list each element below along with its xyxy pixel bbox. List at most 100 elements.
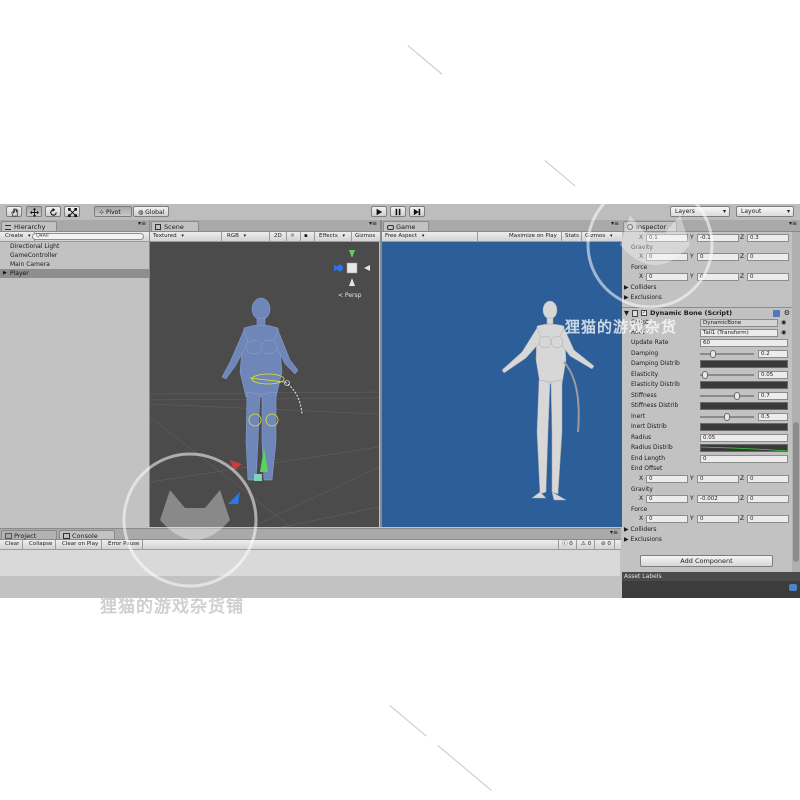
gravity-z-field[interactable]: 0 [747, 253, 789, 261]
elasticity-slider-track[interactable] [700, 374, 754, 376]
script-field[interactable]: DynamicBone [700, 319, 778, 327]
exclusions-foldout[interactable]: ▶ Exclusions [624, 293, 662, 303]
elasticity-distrib-curve[interactable] [700, 381, 788, 389]
scale-tool-button[interactable] [64, 206, 80, 217]
radius-field[interactable]: 0.05 [700, 434, 788, 442]
force-x-field[interactable]: 0 [646, 273, 688, 281]
root-field[interactable]: Tail1 (Transform) [700, 329, 778, 337]
step-button[interactable] [409, 206, 425, 217]
tab-game[interactable]: Game [383, 221, 429, 231]
force-y-field[interactable]: 0 [697, 515, 739, 523]
scrollbar-thumb[interactable] [793, 422, 799, 562]
colliders-foldout[interactable]: ▶ Colliders [624, 283, 657, 293]
gravity-x-field[interactable]: 0 [646, 253, 688, 261]
panel-menu-icon[interactable]: ▾≡ [138, 220, 146, 227]
audio-toggle[interactable]: ▪ [301, 232, 315, 241]
damping-field[interactable]: 0.2 [758, 350, 788, 358]
damping-distrib-curve[interactable] [700, 360, 788, 368]
warning-filter-toggle[interactable]: ⚠ 0 [578, 540, 596, 549]
z-field[interactable]: 0.3 [747, 234, 789, 242]
force-z-field[interactable]: 0 [747, 273, 789, 281]
shading-mode-dropdown[interactable]: Textured [150, 232, 222, 241]
tab-scene[interactable]: Scene [151, 221, 199, 231]
gravity-x-field[interactable]: 0 [646, 495, 688, 503]
exclusions-foldout[interactable]: ▶ Exclusions [624, 535, 662, 545]
inspector-scrollbar[interactable] [792, 232, 800, 572]
radius-distrib-curve[interactable] [700, 444, 788, 452]
end-offset-y-field[interactable]: 0 [697, 475, 739, 483]
panel-menu-icon[interactable]: ▾≡ [369, 220, 377, 227]
damping-slider-track[interactable] [700, 353, 754, 355]
collapse-toggle[interactable]: Collapse [26, 540, 57, 549]
stiffness-field[interactable]: 0.7 [758, 392, 788, 400]
layers-dropdown[interactable]: Layers [670, 206, 730, 217]
inert-field[interactable]: 0.5 [758, 413, 788, 421]
console-log-area[interactable] [0, 550, 620, 576]
render-mode-dropdown[interactable]: RGB [224, 232, 270, 241]
elasticity-field[interactable]: 0.05 [758, 371, 788, 379]
maximize-on-play-toggle[interactable]: Maximize on Play [506, 232, 562, 241]
panel-menu-icon[interactable]: ▾≡ [611, 220, 619, 227]
hierarchy-search-input[interactable]: Q▾All [32, 233, 144, 240]
list-item[interactable]: GameController [0, 251, 149, 260]
force-x-field[interactable]: 0 [646, 515, 688, 523]
rotate-tool-button[interactable] [45, 206, 61, 217]
force-y-field[interactable]: 0 [697, 273, 739, 281]
expand-arrow-icon[interactable]: ▶ [3, 269, 7, 278]
tag-icon[interactable] [789, 584, 797, 591]
pivot-toggle[interactable]: ⊹ Pivot [94, 206, 132, 217]
hand-tool-button[interactable] [6, 206, 22, 217]
tab-console[interactable]: Console [59, 530, 115, 540]
end-length-field[interactable]: 0 [700, 455, 788, 463]
stiffness-distrib-curve[interactable] [700, 402, 788, 410]
list-item-selected[interactable]: ▶ Player [0, 269, 149, 278]
tab-hierarchy[interactable]: Hierarchy [1, 221, 57, 231]
end-offset-z-field[interactable]: 0 [747, 475, 789, 483]
elasticity-slider-thumb[interactable] [702, 371, 709, 379]
object-picker-icon[interactable]: ◉ [781, 318, 786, 328]
info-filter-toggle[interactable]: ⓘ 0 [558, 540, 577, 549]
gravity-y-field[interactable]: -0.002 [697, 495, 739, 503]
end-offset-x-field[interactable]: 0 [646, 475, 688, 483]
panel-menu-icon[interactable]: ▾≡ [789, 220, 797, 227]
gravity-z-field[interactable]: 0 [747, 495, 789, 503]
move-tool-button[interactable] [26, 206, 42, 217]
stats-toggle[interactable]: Stats [562, 232, 582, 241]
tab-inspector[interactable]: Inspector [623, 221, 677, 231]
stiffness-slider-thumb[interactable] [733, 392, 740, 400]
inert-distrib-curve[interactable] [700, 423, 788, 431]
y-field[interactable]: -0.1 [697, 234, 739, 242]
clear-on-play-toggle[interactable]: Clear on Play [59, 540, 103, 549]
gravity-y-field[interactable]: 0 [697, 253, 739, 261]
update-rate-field[interactable]: 60 [700, 339, 788, 347]
error-pause-toggle[interactable]: Error Pause [105, 540, 144, 549]
panel-menu-icon[interactable]: ▾≡ [610, 529, 618, 536]
aspect-dropdown[interactable]: Free Aspect [382, 232, 478, 241]
x-field[interactable]: 0.1 [646, 234, 688, 242]
object-picker-icon[interactable]: ◉ [781, 328, 786, 338]
lighting-toggle[interactable]: ☼ [287, 232, 301, 241]
global-toggle[interactable]: ◍ Global [133, 206, 169, 217]
help-icon[interactable] [773, 310, 780, 317]
tab-project[interactable]: Project [1, 530, 57, 540]
pause-button[interactable] [390, 206, 406, 217]
inert-slider-thumb[interactable] [724, 413, 730, 421]
layout-dropdown[interactable]: Layout [736, 206, 794, 217]
scene-gizmos-dropdown[interactable]: Gizmos [352, 232, 380, 241]
game-gizmos-dropdown[interactable]: Gizmos [582, 232, 622, 241]
scene-viewport[interactable]: < Persp [150, 242, 379, 527]
list-item[interactable]: Directional Light [0, 242, 149, 251]
damping-slider-thumb[interactable] [709, 350, 716, 358]
clear-button[interactable]: Clear [2, 540, 24, 549]
force-z-field[interactable]: 0 [747, 515, 789, 523]
2d-toggle[interactable]: 2D [271, 232, 287, 241]
list-item[interactable]: Main Camera [0, 260, 149, 269]
effects-dropdown[interactable]: Effects [316, 232, 352, 241]
error-filter-toggle[interactable]: ⊘ 0 [598, 540, 615, 549]
game-viewport[interactable] [382, 242, 622, 527]
stiffness-slider-track[interactable] [700, 395, 754, 397]
play-button[interactable] [371, 206, 387, 217]
create-dropdown[interactable]: Create [2, 232, 35, 241]
add-component-button[interactable]: Add Component [640, 555, 773, 567]
colliders-foldout[interactable]: ▶ Colliders [624, 525, 657, 535]
